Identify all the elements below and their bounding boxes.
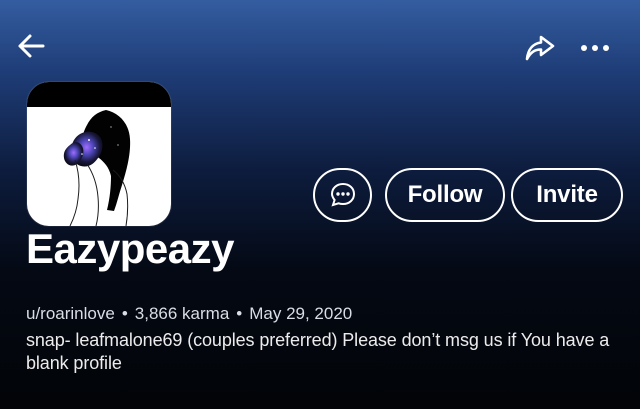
top-navigation-bar — [0, 0, 640, 90]
username: u/roarinlove — [26, 304, 115, 323]
profile-avatar[interactable] — [27, 82, 171, 226]
share-button[interactable] — [517, 26, 561, 70]
invite-button[interactable]: Invite — [511, 168, 623, 222]
chat-button[interactable] — [313, 168, 372, 222]
separator-dot: • — [121, 304, 128, 323]
karma: 3,866 karma — [134, 304, 230, 323]
separator-dot-2: • — [236, 304, 243, 323]
invite-button-label: Invite — [536, 181, 598, 208]
joined-date: May 29, 2020 — [249, 304, 353, 323]
follow-button-label: Follow — [407, 181, 483, 208]
back-button[interactable] — [10, 24, 54, 68]
display-name: Eazypeazy — [26, 225, 234, 272]
profile-meta: u/roarinlove • 3,866 karma • May 29, 202… — [26, 305, 352, 322]
arrow-left-icon — [18, 34, 45, 58]
more-options-button[interactable] — [573, 26, 617, 70]
chat-icon — [330, 182, 355, 207]
share-icon — [525, 35, 555, 61]
follow-button[interactable]: Follow — [385, 168, 505, 222]
profile-bio: snap- leafmalone69 (couples preferred) P… — [26, 330, 610, 373]
more-horizontal-icon — [581, 45, 609, 51]
profile-actions: Follow Invite — [313, 167, 623, 223]
couple-silhouette-artwork — [63, 110, 131, 226]
